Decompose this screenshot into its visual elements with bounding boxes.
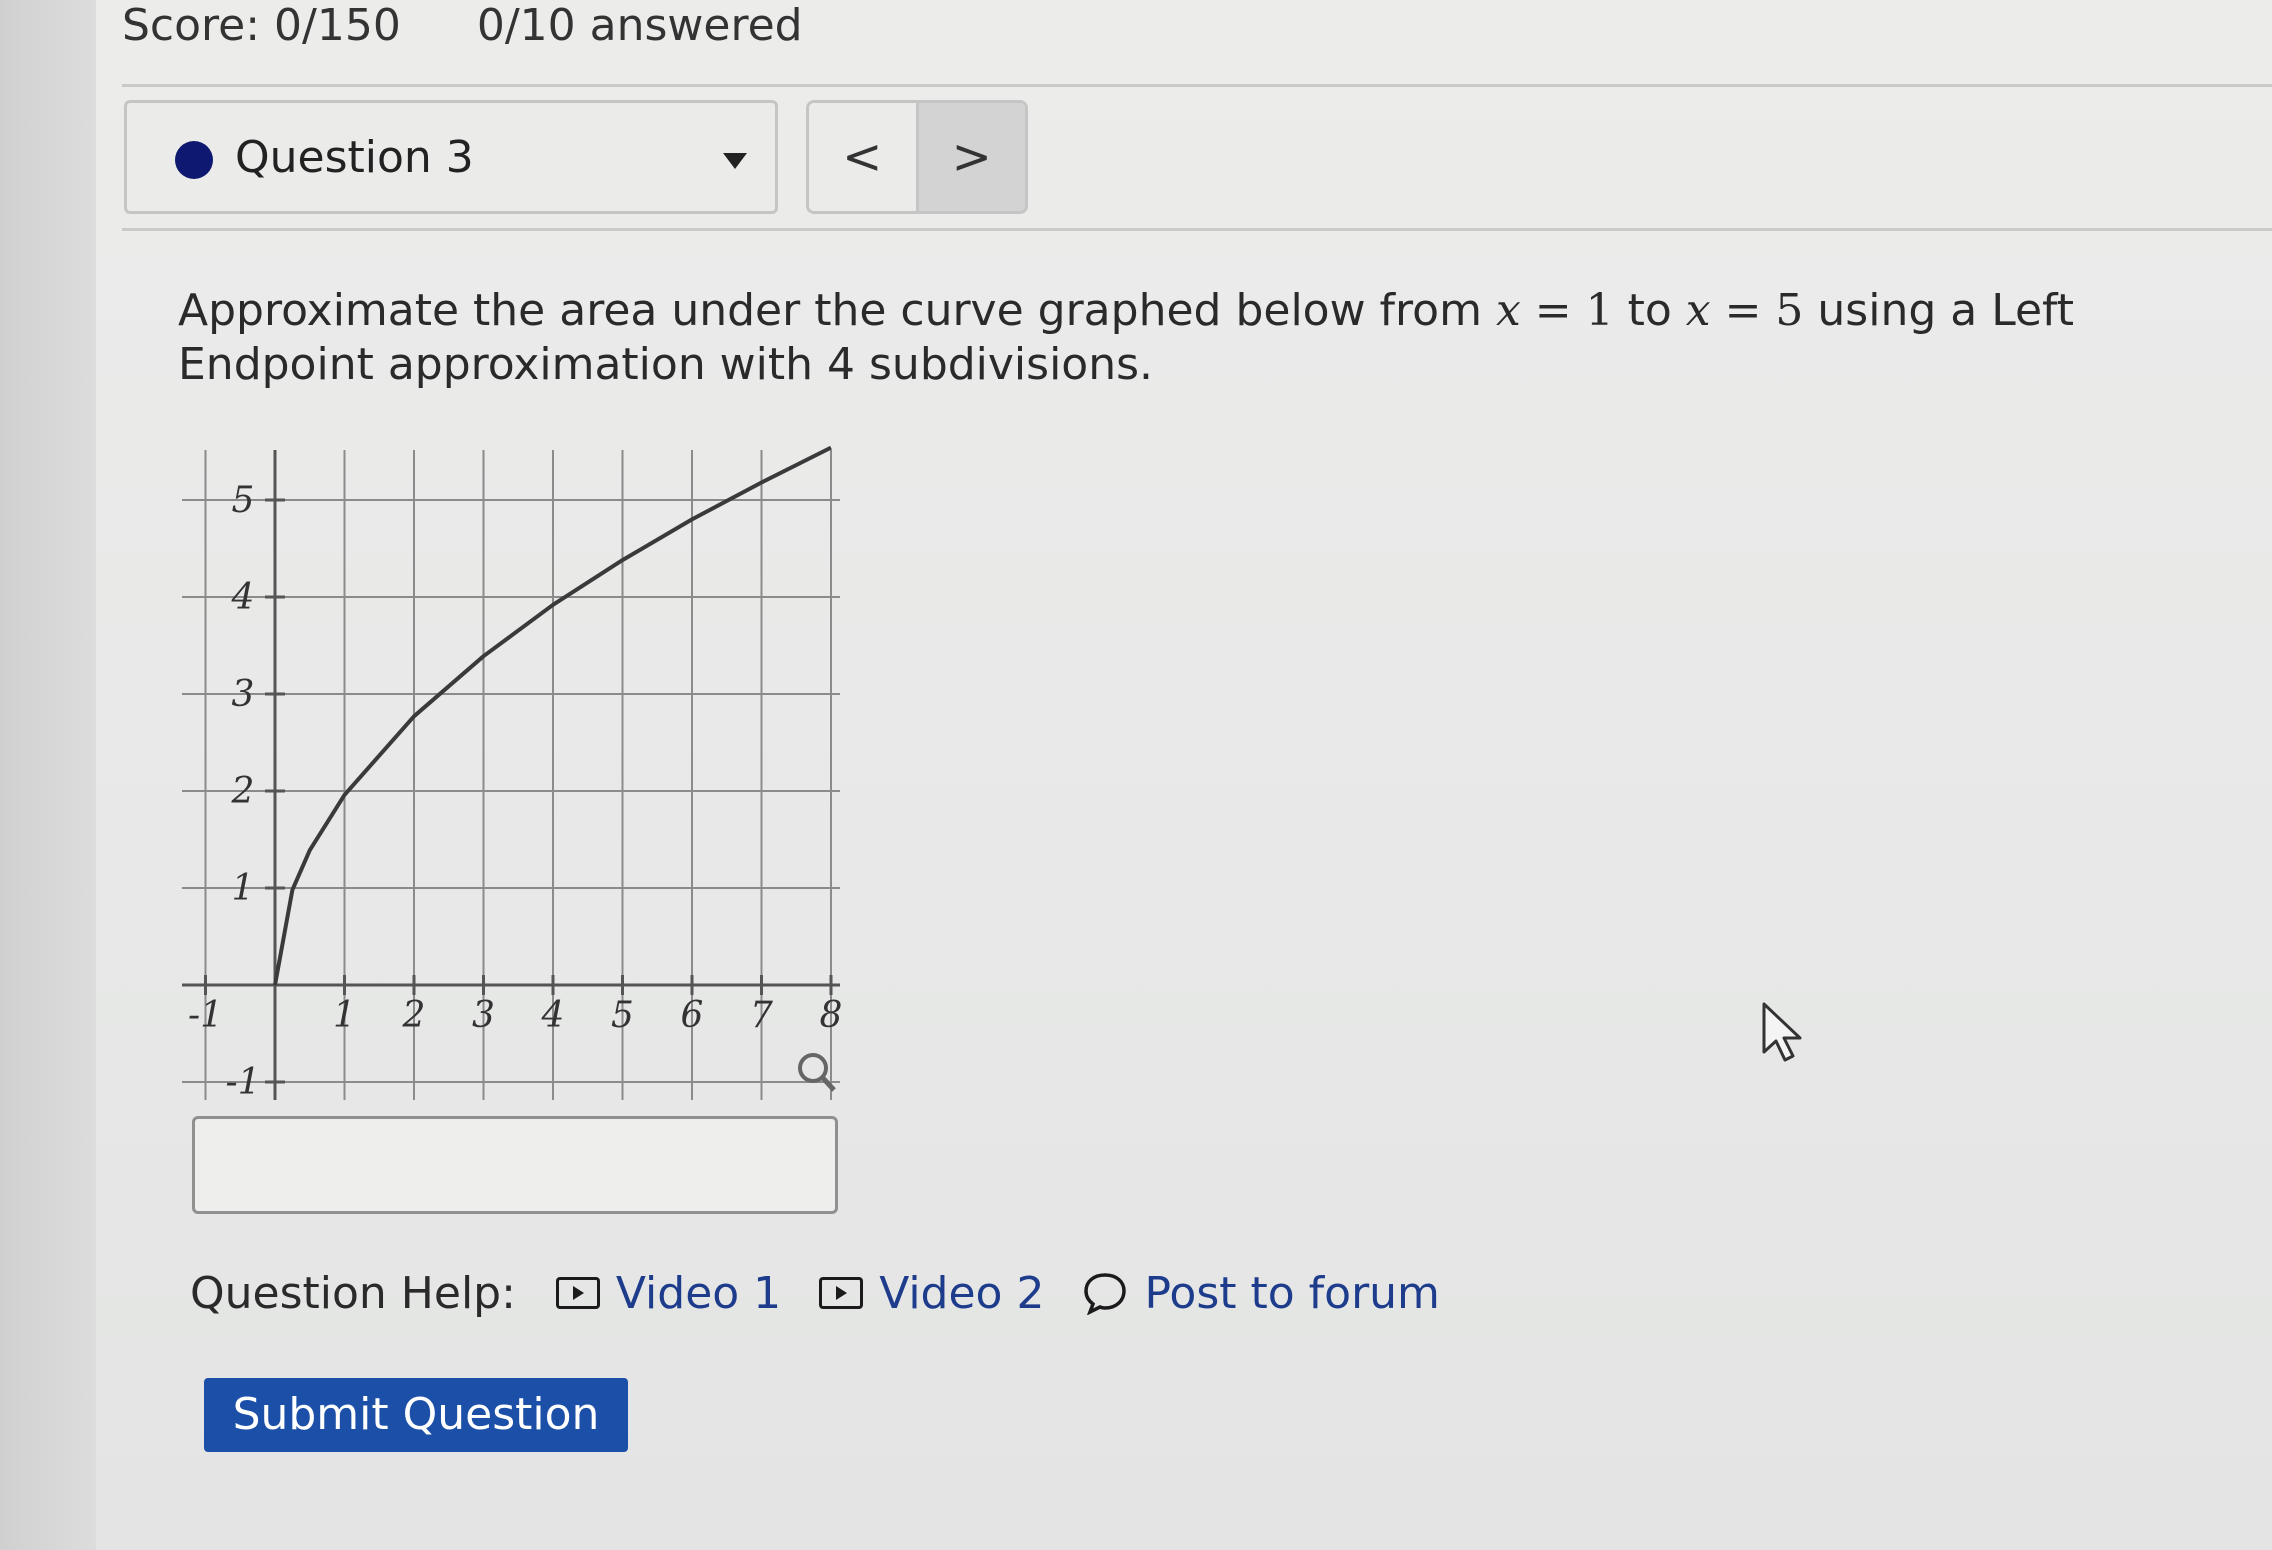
question-prompt: Approximate the area under the curve gra…: [178, 285, 2074, 390]
x-tick-label: -1: [188, 995, 223, 1036]
video-1-link[interactable]: Video 1: [555, 1267, 782, 1319]
y-tick-label: 3: [232, 674, 255, 715]
chevron-right-icon: >: [951, 129, 992, 185]
question-help-row: Question Help: Video 1 Video 2 Post to f…: [190, 1258, 1478, 1328]
post-to-forum-label: Post to forum: [1144, 1267, 1440, 1319]
answer-input[interactable]: [192, 1116, 838, 1214]
question-help-label: Question Help:: [190, 1267, 516, 1319]
video-2-link[interactable]: Video 2: [819, 1268, 1044, 1319]
math-var-x: x: [1495, 285, 1521, 336]
next-question-button[interactable]: >: [918, 103, 1025, 211]
answered-count: 0/10 answered: [476, 0, 803, 51]
question-nav: < >: [806, 100, 1028, 214]
score-text: Score: 0/150: [122, 0, 401, 51]
function-graph: -1 1 2 3 4 5 6 7 8 -1 1 2 3 4 5: [182, 445, 843, 1100]
y-tick-label: 4: [231, 577, 255, 618]
x-tick-label: 5: [611, 995, 634, 1036]
math-var-x: x: [1685, 285, 1711, 336]
video-2-label: Video 2: [879, 1267, 1045, 1319]
y-tick-label: 2: [231, 771, 255, 812]
video-play-icon: [555, 1277, 600, 1309]
nav-divider: [122, 228, 2272, 231]
previous-question-button[interactable]: <: [809, 103, 919, 211]
speech-bubble-icon: [1084, 1273, 1127, 1315]
y-tick-label: -1: [225, 1062, 260, 1100]
x-tick-label: 2: [402, 995, 426, 1036]
y-tick-label: 1: [232, 868, 255, 909]
question-dropdown[interactable]: Question 3: [124, 100, 778, 214]
question-dropdown-label: Question 3: [235, 132, 474, 183]
screen-bezel: [0, 0, 96, 1550]
score-bar: Score: 0/150 0/10 answered: [122, 0, 865, 56]
caret-down-icon: [723, 153, 747, 169]
chevron-left-icon: <: [842, 129, 883, 185]
x-tick-label: 6: [681, 995, 704, 1036]
x-tick-label: 7: [750, 995, 773, 1036]
x-tick-label: 1: [333, 995, 356, 1036]
question-status-dot: [175, 141, 213, 179]
x-tick-label: 3: [472, 995, 495, 1036]
y-tick-label: 5: [232, 480, 255, 521]
video-play-icon: [819, 1277, 864, 1309]
mouse-pointer-icon: [1762, 1002, 1802, 1062]
post-to-forum-link[interactable]: Post to forum: [1082, 1267, 1440, 1319]
x-tick-label: 4: [541, 995, 565, 1036]
video-1-label: Video 1: [615, 1267, 782, 1319]
submit-question-button[interactable]: Submit Question: [204, 1378, 628, 1452]
magnifier-icon[interactable]: [798, 1053, 836, 1092]
header-divider: [122, 84, 2272, 87]
graph-grid: [182, 450, 840, 1100]
graph-axes: [182, 450, 840, 1100]
x-tick-label: 8: [820, 995, 843, 1036]
